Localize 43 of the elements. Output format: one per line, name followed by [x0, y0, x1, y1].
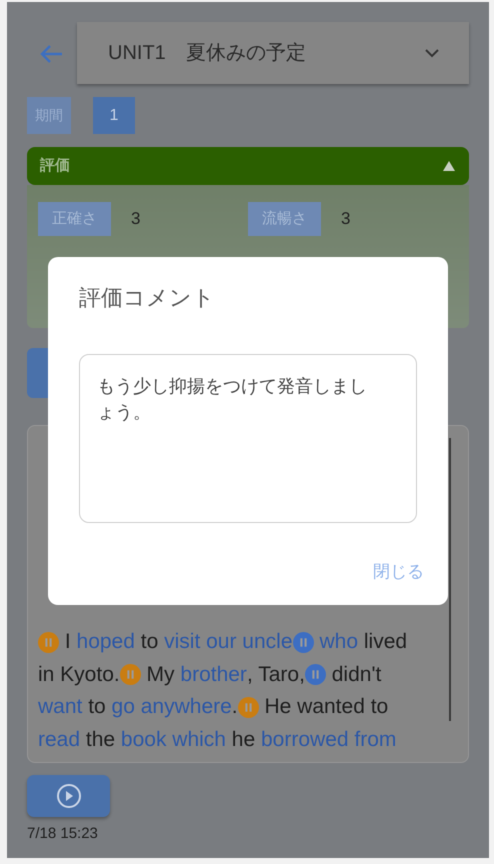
- word-link[interactable]: book which: [120, 724, 226, 756]
- score-label: 正確さ: [38, 202, 111, 236]
- word-link[interactable]: brother: [180, 658, 247, 691]
- score-value: 3: [131, 208, 140, 230]
- passage-text: He wanted to: [263, 694, 388, 720]
- recording-time: 7/18 15:23: [27, 824, 99, 844]
- passage-text: My: [146, 662, 176, 688]
- caret-icon: [425, 48, 439, 58]
- pause-icon[interactable]: [292, 632, 314, 653]
- word-link[interactable]: borrowed from: [261, 724, 396, 756]
- play-icon: [56, 783, 82, 809]
- passage-text: he: [230, 726, 256, 752]
- back-icon[interactable]: [38, 42, 64, 64]
- evaluation-header[interactable]: 評価: [27, 147, 469, 185]
- word-link[interactable]: visit our uncle: [164, 626, 292, 658]
- pause-icon[interactable]: [38, 632, 59, 653]
- passage-text: I: [64, 629, 72, 655]
- passage-text: to: [87, 694, 107, 720]
- passage-text: the: [84, 726, 116, 752]
- close-button[interactable]: 閉じる: [373, 558, 424, 584]
- passage-text: , Taro,: [246, 662, 305, 688]
- comment-field[interactable]: もう少し抑揚をつけて発音しましょう。: [79, 354, 417, 523]
- play-button[interactable]: [27, 775, 110, 817]
- word-link[interactable]: hoped: [76, 626, 135, 658]
- word-link[interactable]: who: [320, 626, 358, 658]
- passage-text: .: [232, 694, 238, 720]
- score-label: 流暢さ: [248, 202, 321, 236]
- pause-icon[interactable]: [120, 664, 141, 686]
- scrollbar[interactable]: [449, 438, 451, 721]
- passage-text: in Kyoto.: [38, 662, 120, 688]
- pause-icon[interactable]: [238, 696, 259, 718]
- word-link[interactable]: read: [38, 724, 80, 756]
- unit-select[interactable]: UNIT1 夏休みの予定: [77, 22, 469, 84]
- passage-text: didn't: [330, 662, 382, 688]
- passage-text: to: [140, 629, 160, 655]
- word-link[interactable]: want: [38, 691, 82, 724]
- passage-text: lived: [362, 629, 408, 655]
- period-value[interactable]: 1: [93, 97, 135, 134]
- pause-icon[interactable]: [304, 664, 326, 686]
- triangle-icon: [443, 161, 455, 171]
- dialog-title: 評価コメント: [79, 284, 216, 312]
- score-value: 3: [341, 208, 350, 230]
- word-link[interactable]: go anywhere: [112, 691, 232, 724]
